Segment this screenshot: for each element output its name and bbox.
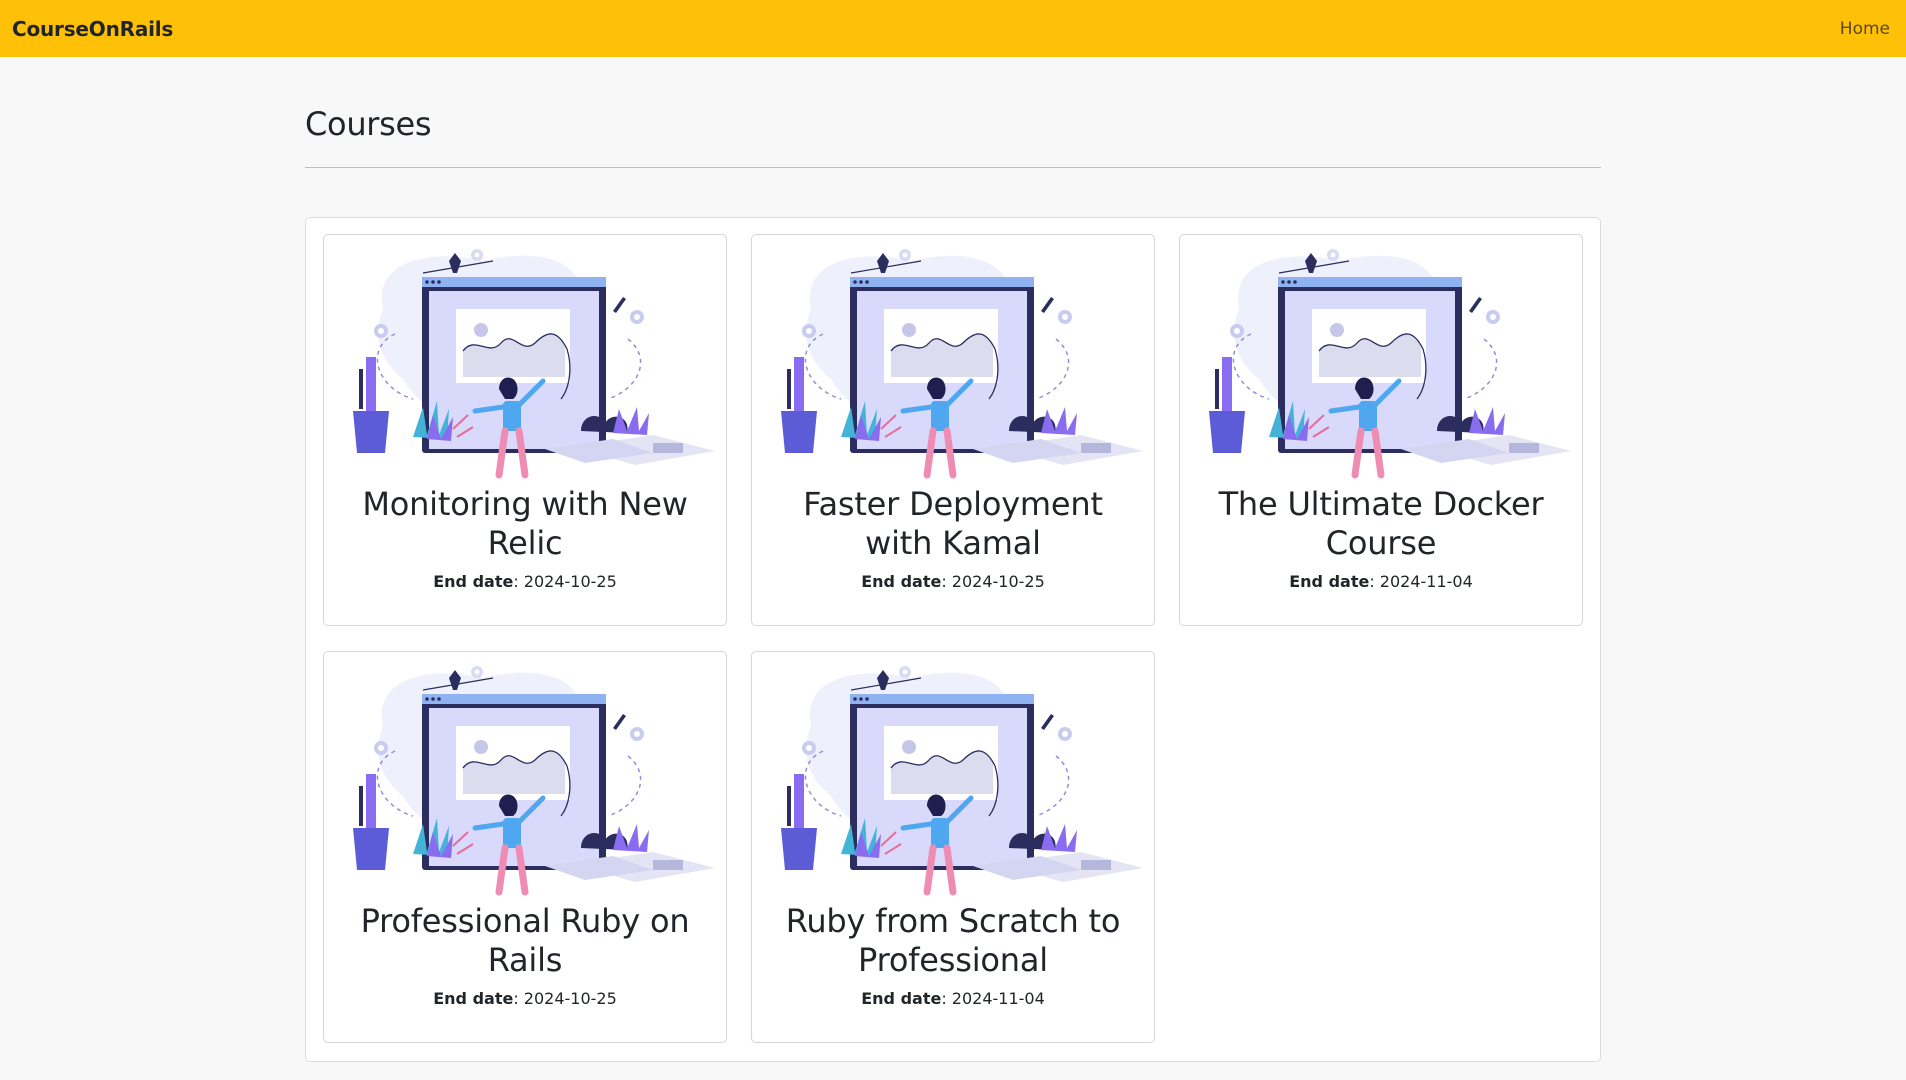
end-date-label: End date [861, 572, 942, 592]
end-date-value: 2024-10-25 [523, 572, 617, 592]
course-title[interactable]: Ruby from Scratch to Professional [752, 902, 1154, 979]
course-card[interactable]: Monitoring with New Relic End date: 2024… [323, 234, 727, 627]
course-end-date: End date: 2024-10-25 [433, 572, 617, 592]
end-date-value: 2024-10-25 [523, 989, 617, 1009]
course-title[interactable]: Professional Ruby on Rails [324, 902, 726, 979]
course-card[interactable]: Ruby from Scratch to Professional End da… [751, 651, 1155, 1044]
course-title[interactable]: Faster Deployment with Kamal [752, 485, 1154, 562]
end-date-value: 2024-11-04 [951, 989, 1045, 1009]
course-title[interactable]: Monitoring with New Relic [324, 485, 726, 562]
end-date-value: 2024-10-25 [951, 572, 1045, 592]
course-end-date: End date: 2024-10-25 [433, 989, 617, 1009]
end-date-value: 2024-11-04 [1379, 572, 1473, 592]
end-date-label: End date [1289, 572, 1370, 592]
course-end-date: End date: 2024-11-04 [1289, 572, 1473, 592]
page-title: Courses [305, 105, 432, 143]
course-card[interactable]: The Ultimate Docker Course End date: 202… [1179, 234, 1583, 627]
top-navbar: CourseOnRails Home [0, 0, 1906, 57]
brand-logo[interactable]: CourseOnRails [12, 17, 173, 41]
title-divider [305, 167, 1601, 169]
course-card[interactable]: Faster Deployment with Kamal End date: 2… [751, 234, 1155, 627]
course-illustration-image [751, 239, 1155, 479]
end-date-label: End date [433, 989, 514, 1009]
course-illustration-image [323, 239, 727, 479]
course-end-date: End date: 2024-11-04 [861, 989, 1045, 1009]
nav-link-home[interactable]: Home [1840, 19, 1894, 39]
course-title[interactable]: The Ultimate Docker Course [1180, 485, 1582, 562]
courses-grid: Monitoring with New Relic End date: 2024… [323, 234, 1583, 1044]
course-illustration-image [1179, 239, 1583, 479]
course-end-date: End date: 2024-10-25 [861, 572, 1045, 592]
course-card[interactable]: Professional Ruby on Rails End date: 202… [323, 651, 727, 1044]
courses-panel: Monitoring with New Relic End date: 2024… [305, 217, 1601, 1063]
course-illustration-image [323, 656, 727, 896]
main-content: Courses Monitoring with New Relic End da… [305, 57, 1601, 1063]
end-date-label: End date [861, 989, 942, 1009]
end-date-label: End date [433, 572, 514, 592]
course-illustration-image [751, 656, 1155, 896]
